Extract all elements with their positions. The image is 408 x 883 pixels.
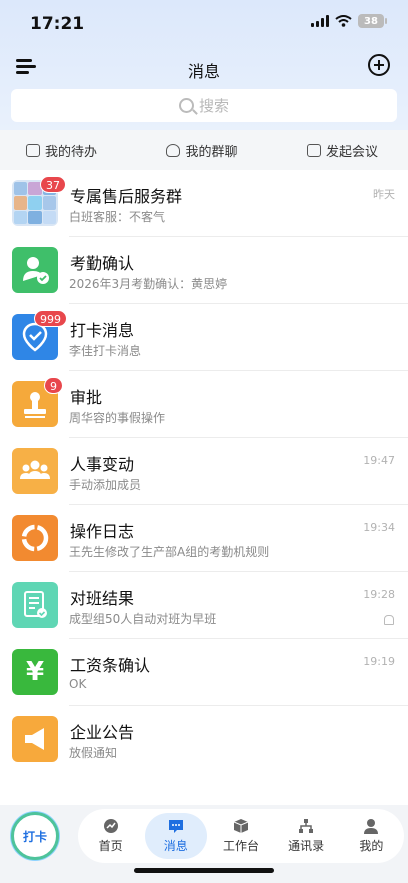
- document-check-icon: [12, 582, 58, 628]
- message-preview: 王先生修改了生产部A组的考勤机规则: [69, 545, 270, 559]
- quick-group-chat[interactable]: 我的群聊: [166, 141, 238, 160]
- workbench-icon: [233, 819, 249, 833]
- message-title: 对班结果: [70, 589, 135, 608]
- group-chat-icon: [166, 143, 181, 157]
- meeting-icon: [306, 143, 321, 157]
- tab-group: 首页 消息 工作台 通讯录 我的: [78, 809, 404, 863]
- quick-actions: 我的待办 我的群聊 发起会议: [0, 130, 408, 170]
- signal-icon: [311, 15, 329, 27]
- tab-home[interactable]: 首页: [80, 813, 142, 859]
- tab-label: 我的: [359, 839, 384, 853]
- unread-badge: 37: [40, 176, 66, 193]
- quick-group-chat-label: 我的群聊: [185, 144, 238, 160]
- message-item[interactable]: 企业公告 放假通知: [0, 706, 408, 773]
- mute-bell-icon: [384, 615, 394, 625]
- message-preview: 白班客服：不客气: [69, 210, 166, 224]
- message-preview: OK: [69, 677, 87, 691]
- message-title: 专属售后服务群: [70, 187, 183, 206]
- attendance-confirm-icon: [12, 247, 58, 293]
- search-placeholder: 搜索: [198, 97, 229, 115]
- message-preview: 周华容的事假操作: [69, 411, 166, 425]
- message-item[interactable]: 9 审批 周华容的事假操作: [0, 371, 408, 438]
- search-icon: [178, 98, 194, 113]
- message-list: 37 专属售后服务群 白班客服：不客气 昨天 考勤确认 2026年3月考勤确认：…: [0, 170, 408, 773]
- quick-meeting[interactable]: 发起会议: [306, 141, 378, 160]
- wifi-icon: [335, 15, 352, 27]
- yen-glyph: ¥: [25, 657, 45, 687]
- punch-button[interactable]: 打卡: [11, 812, 59, 860]
- tab-label: 通讯录: [288, 839, 325, 853]
- message-title: 审批: [70, 388, 103, 407]
- message-item[interactable]: 操作日志 王先生修改了生产部A组的考勤机规则 19:34: [0, 505, 408, 572]
- quick-todo[interactable]: 我的待办: [26, 141, 97, 160]
- message-time: 19:19: [363, 655, 395, 668]
- message-title: 企业公告: [70, 723, 135, 742]
- message-title: 工资条确认: [70, 656, 151, 675]
- message-item[interactable]: 考勤确认 2026年3月考勤确认：黄思婷: [0, 237, 408, 304]
- tab-contacts[interactable]: 通讯录: [275, 813, 337, 859]
- status-icons: 38: [311, 14, 387, 28]
- quick-todo-label: 我的待办: [45, 144, 98, 160]
- log-ring-icon: [12, 515, 58, 561]
- message-item[interactable]: 999 打卡消息 李佳打卡消息: [0, 304, 408, 371]
- battery-icon: 38: [358, 14, 387, 28]
- home-icon: [103, 819, 118, 833]
- todo-icon: [26, 143, 40, 157]
- message-preview: 李佳打卡消息: [69, 344, 142, 358]
- tab-workbench[interactable]: 工作台: [210, 813, 272, 859]
- unread-badge: 999: [34, 310, 67, 327]
- message-title: 考勤确认: [70, 254, 135, 273]
- message-preview: 放假通知: [69, 746, 118, 760]
- message-title: 操作日志: [70, 522, 135, 541]
- message-item[interactable]: ¥ 工资条确认 OK 19:19: [0, 639, 408, 706]
- tab-profile[interactable]: 我的: [340, 813, 402, 859]
- message-time: 19:28: [363, 588, 395, 601]
- yen-icon: ¥: [12, 649, 58, 695]
- unread-badge: 9: [44, 377, 63, 394]
- tab-label: 工作台: [222, 839, 259, 853]
- megaphone-icon: [12, 716, 58, 762]
- tab-label: 消息: [163, 839, 188, 853]
- message-item[interactable]: 对班结果 成型组50人自动对班为早班 19:28: [0, 572, 408, 639]
- home-indicator: [134, 868, 274, 873]
- tab-messages[interactable]: 消息: [144, 813, 207, 859]
- message-item[interactable]: 人事变动 手动添加成员 19:47: [0, 438, 408, 505]
- message-time: 19:34: [363, 521, 395, 534]
- search-input[interactable]: 搜索: [11, 89, 397, 122]
- message-preview: 成型组50人自动对班为早班: [69, 612, 217, 626]
- contacts-icon: [299, 819, 314, 833]
- message-item[interactable]: 37 专属售后服务群 白班客服：不客气 昨天: [0, 170, 408, 237]
- message-preview: 2026年3月考勤确认：黄思婷: [69, 277, 228, 291]
- people-icon: [12, 448, 58, 494]
- message-time: 19:47: [363, 454, 395, 467]
- page-title: 消息: [187, 62, 220, 81]
- message-title: 人事变动: [70, 455, 135, 474]
- quick-meeting-label: 发起会议: [325, 144, 378, 160]
- top-area: 17:21 38 消息 搜索: [0, 0, 408, 130]
- message-preview: 手动添加成员: [69, 478, 142, 492]
- add-icon[interactable]: [368, 54, 390, 76]
- profile-icon: [364, 819, 379, 834]
- message-time: 昨天: [373, 188, 395, 201]
- message-icon: [168, 820, 183, 833]
- message-title: 打卡消息: [70, 321, 135, 340]
- tab-label: 首页: [98, 839, 123, 853]
- status-time: 17:21: [30, 14, 85, 34]
